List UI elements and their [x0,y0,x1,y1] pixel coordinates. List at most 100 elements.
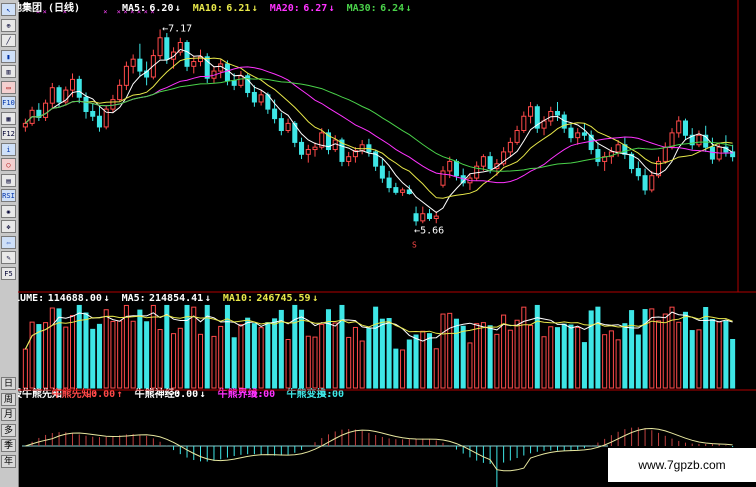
volume-bar [339,304,345,389]
grid-icon[interactable]: ▦ [1,111,16,125]
candle [96,106,102,132]
period-button[interactable]: 年 [1,454,16,468]
volume-legend-arrow: ↓ [104,293,110,304]
candle [575,128,581,145]
volume-bar [682,311,689,389]
bar-icon[interactable]: ▥ [1,65,16,78]
volume-bar [723,320,729,389]
candle [528,101,534,124]
candle-body [312,146,318,151]
volume-legend-label: MA5: [122,293,146,304]
line-chart-icon[interactable]: ╱ [1,34,16,47]
volume-bar [76,304,82,389]
volume-bar [622,323,628,389]
volume-bar [588,310,594,389]
volume-bar [676,321,682,389]
cursor-icon[interactable]: ↖ [1,3,16,16]
candle-body [123,65,129,86]
period-button[interactable]: 月 [1,408,16,421]
volume-bar [352,326,358,389]
candle-body [440,170,446,186]
f10-icon[interactable]: F10 [1,96,16,109]
period-button[interactable]: 日 [1,377,16,390]
candle [709,137,715,164]
candle [258,90,264,106]
volume-bar [144,321,150,389]
volume-bar [184,304,190,389]
volume-bar [554,327,561,389]
kline-icon[interactable]: ▮ [1,49,16,63]
zoom-icon[interactable]: ⊕ [1,18,16,32]
candle-body [346,156,352,162]
candle-body [56,87,62,103]
volume-bar [171,333,177,389]
volume-bar [319,323,325,389]
volume-bar [43,322,49,389]
watermark-text: www.7gpzb.com [608,448,756,482]
candle [110,94,116,113]
gear-icon[interactable]: ✺ [1,204,16,218]
move-icon[interactable]: ✥ [1,220,16,233]
volume-bar [581,342,587,389]
period-button[interactable]: 周 [1,392,16,406]
candle-body [595,149,601,162]
volume-bar [487,325,493,389]
candle [285,118,291,133]
volume-bar [669,306,675,389]
candle [521,111,527,133]
volume-legend-arrow: ↓ [312,293,318,304]
period-button[interactable]: 季 [1,439,16,452]
chart-title: 金地集团 (日线) [18,1,80,14]
candle-body [22,122,28,128]
candle [534,104,540,133]
candle [689,128,695,150]
table-icon[interactable]: ▤ [1,173,16,187]
candle-body [521,115,527,132]
volume-bar [474,323,480,389]
candle [63,86,69,106]
candle-body [49,87,55,104]
candle [656,156,662,179]
candle [682,118,689,141]
candle [90,103,96,121]
volume-bar [595,306,601,389]
candle [137,43,143,76]
window-icon[interactable]: ▭ [1,80,16,94]
candle [312,142,318,157]
candle-body [83,96,89,112]
volume-bar [575,326,581,389]
candle-body [642,175,648,191]
volume-bar [137,309,143,389]
period-button[interactable]: 多 [1,423,16,437]
indicator-legend-item: 牛熊先知:-0.00 ↑ [52,387,123,400]
indicator-legend-value: -0.00 [85,389,115,400]
volume-bar [22,348,28,389]
volume-bar [467,342,473,389]
candle-body [110,99,116,110]
candle-body [676,120,682,134]
candle-body [191,61,197,67]
candle-body [231,80,237,86]
candle-body [514,130,520,143]
volume-bar [366,327,372,389]
volume-bar [211,335,217,389]
candle [218,59,224,79]
info-icon[interactable]: i [1,142,16,156]
volume-bar [460,325,466,389]
rsi-icon[interactable]: RSI [1,189,16,202]
f5-icon[interactable]: F5 [1,266,16,280]
volume-panel: 5453015N [22,304,736,389]
candle [433,211,439,224]
volume-bar [332,322,338,389]
pencil-icon[interactable]: ✎ [1,251,16,264]
candle [568,123,574,143]
candle [305,144,311,163]
price-legend-item: MA30: 6.24 ↓ [347,3,412,14]
price-legend-label: MA30: [347,3,377,14]
exit-icon[interactable]: ⇦ [1,235,16,249]
candle-body [413,213,419,222]
indicator-legend-item: 牛熊界线:0.00 [218,387,276,400]
f12-icon[interactable]: F12 [1,127,16,140]
candle-body [359,144,365,152]
search-icon[interactable]: ○ [1,158,16,171]
